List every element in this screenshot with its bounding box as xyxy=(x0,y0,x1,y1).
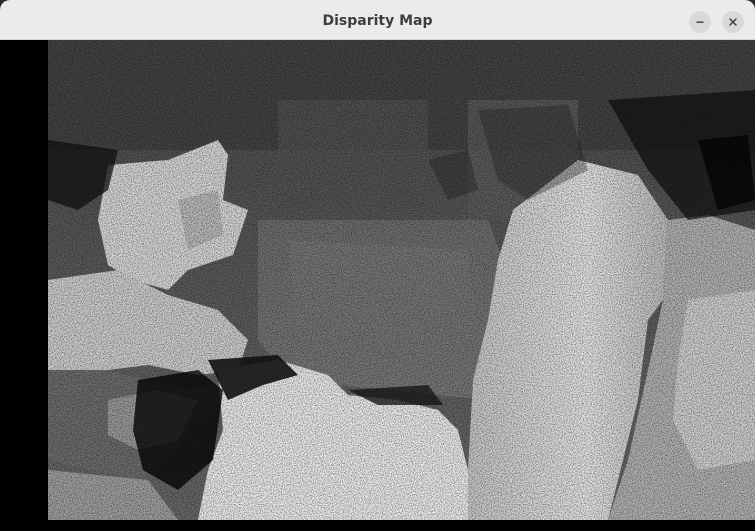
disparity-map-image xyxy=(48,40,755,520)
title-bar[interactable]: Disparity Map xyxy=(0,0,755,40)
close-icon xyxy=(728,17,738,27)
window-title: Disparity Map xyxy=(322,13,433,29)
close-button[interactable] xyxy=(722,11,744,33)
minimize-icon xyxy=(695,17,705,27)
minimize-button[interactable] xyxy=(689,11,711,33)
disparity-window: Disparity Map xyxy=(0,0,755,531)
bottom-border xyxy=(0,520,755,531)
image-viewport xyxy=(0,40,755,531)
